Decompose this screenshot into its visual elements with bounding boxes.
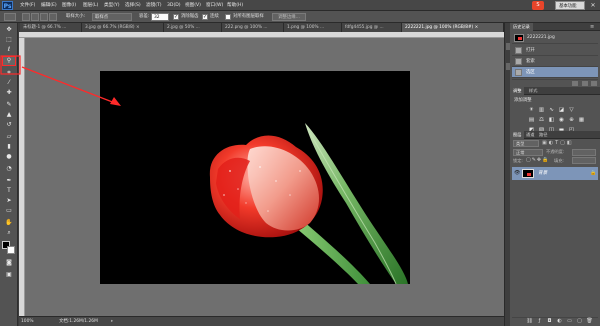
group-icon[interactable]: ▭ <box>566 318 573 325</box>
lock-label: 锁定: <box>513 158 523 163</box>
fx-icon[interactable]: ƒ <box>536 318 543 325</box>
new-doc-icon[interactable] <box>582 81 588 86</box>
history-step-icon <box>515 47 522 54</box>
layers-footer: ⛓ ƒ ◘ ◐ ▭ ▢ 🗑 <box>512 317 598 325</box>
color-balance-icon[interactable]: ⚖ <box>538 117 545 123</box>
layer-lock-icon: 🔒 <box>590 170 597 176</box>
snapshot-icon[interactable] <box>572 81 578 86</box>
color-lookup-icon[interactable]: ▦ <box>578 117 585 123</box>
blend-mode-select[interactable]: 正常 <box>513 149 543 156</box>
doc-size: 文档:1.26M/1.26M <box>59 319 98 324</box>
snapshot-thumbnail <box>514 34 524 42</box>
layer-kind-filter[interactable]: 类型 <box>513 140 539 147</box>
tab-history[interactable]: 历史记录 <box>510 23 533 31</box>
status-arrow-icon[interactable]: ▸ <box>111 318 113 326</box>
vibrance-icon[interactable]: ▽ <box>568 107 575 113</box>
exposure-icon[interactable]: ◪ <box>558 107 565 113</box>
history-snapshot[interactable]: 2222221.jpg <box>512 32 598 44</box>
history-panel-header: 历史记录 ≡ <box>510 23 600 31</box>
opacity-input[interactable] <box>572 149 596 156</box>
doc-name: 2222221.jpg <box>527 35 555 40</box>
hue-saturation-icon[interactable]: ▤ <box>528 117 535 123</box>
status-bar: 100% 文档:1.26M/1.26M ▸ <box>19 316 504 326</box>
zoom-level[interactable]: 100% <box>21 318 34 326</box>
history-step-icon <box>515 69 522 76</box>
history-item-selected[interactable]: 选区 <box>512 67 598 78</box>
new-layer-icon[interactable]: ▢ <box>576 318 583 325</box>
tab-paths[interactable]: 路径 <box>536 131 550 139</box>
layer-filter-icons[interactable]: ▣◐T▢◧ <box>542 140 598 147</box>
black-white-icon[interactable]: ◧ <box>548 117 555 123</box>
annotation-arrow <box>21 66 116 104</box>
photo-filter-icon[interactable]: ◉ <box>558 117 565 123</box>
adjustment-layer-icon[interactable]: ◐ <box>556 318 563 325</box>
levels-icon[interactable]: ▥ <box>538 107 545 113</box>
history-item[interactable]: 套索 <box>512 56 598 67</box>
visibility-eye-icon[interactable]: 👁 <box>514 170 520 177</box>
photoshop-window: Ps 文件(F) 编辑(E) 图像(I) 图层(L) 类型(Y) 选择(S) 滤… <box>0 0 600 326</box>
delete-layer-icon[interactable]: 🗑 <box>586 318 593 325</box>
history-item[interactable]: 打开 <box>512 45 598 56</box>
panel-menu-icon[interactable]: ≡ <box>590 23 598 31</box>
brightness-icon[interactable]: ☀ <box>528 107 535 113</box>
tab-styles[interactable]: 样式 <box>526 87 540 95</box>
tab-adjustments[interactable]: 调整 <box>510 87 525 95</box>
adjustments-panel-header: 调整 样式 <box>510 87 600 95</box>
opacity-label: 不透明度: <box>546 149 565 154</box>
layer-name: 背景 <box>538 171 548 176</box>
highlight-box <box>0 55 21 75</box>
history-step-icon <box>515 58 522 65</box>
layer-row-background[interactable]: 👁 背景 🔒 <box>512 167 598 180</box>
channel-mixer-icon[interactable]: ⊕ <box>568 117 575 123</box>
adjustments-title: 添加调整 <box>514 98 532 103</box>
lock-icons[interactable]: ▢✎✥🔒 <box>526 157 549 163</box>
mask-icon[interactable]: ◘ <box>546 318 553 325</box>
fill-input[interactable] <box>572 157 596 164</box>
layer-thumbnail <box>522 169 534 178</box>
layers-panel-header: 图层 通道 路径 <box>510 131 600 139</box>
fill-label: 填充: <box>554 158 564 163</box>
trash-icon[interactable] <box>591 81 597 86</box>
curves-icon[interactable]: ∿ <box>548 107 555 113</box>
history-footer <box>512 79 598 86</box>
right-panels: 历史记录 ≡ 2222221.jpg 打开 套索 选区 调整 样式 添加调整 ☀ <box>510 23 600 326</box>
link-icon[interactable]: ⛓ <box>526 318 533 325</box>
annotation-arrow-head <box>110 97 121 106</box>
